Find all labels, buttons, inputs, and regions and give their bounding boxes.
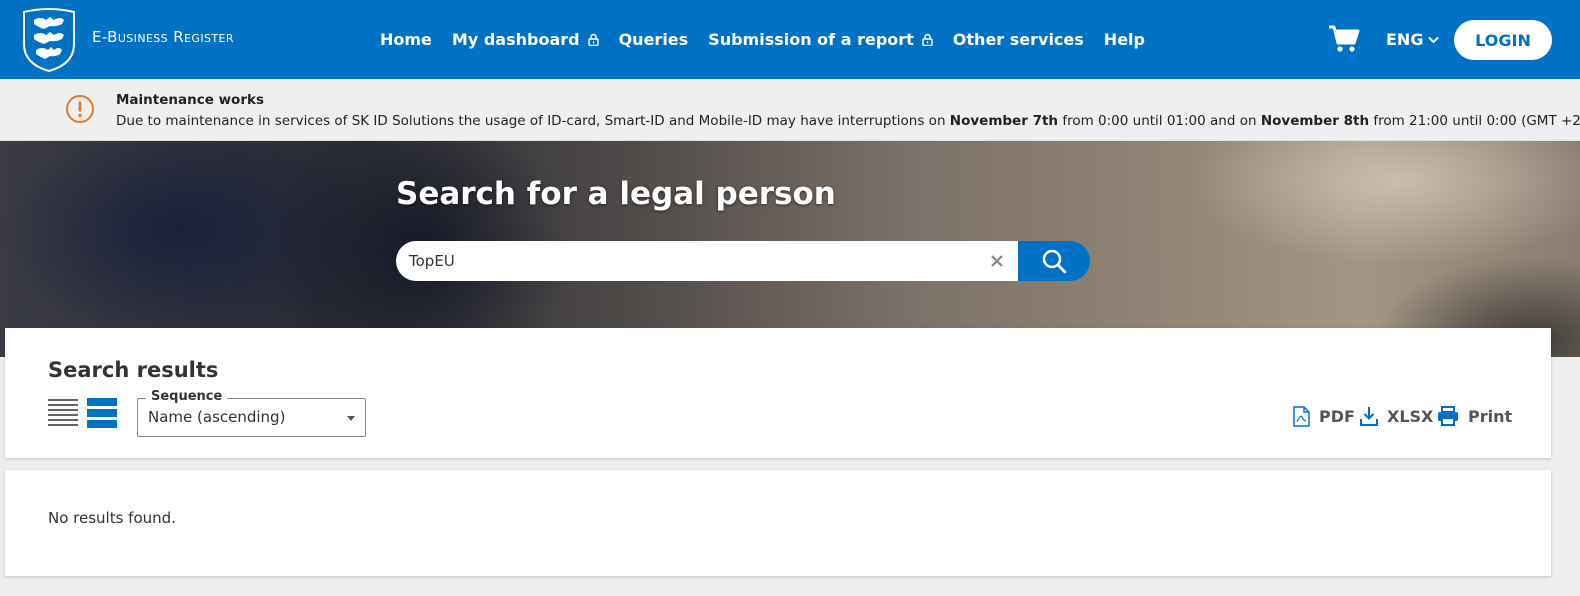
login-button[interactable]: LOGIN <box>1454 20 1552 60</box>
no-results-message: No results found. <box>48 509 176 527</box>
nav-help[interactable]: Help <box>1104 30 1145 49</box>
main-nav: Home My dashboard Queries Submission of … <box>380 0 1165 79</box>
nav-submission-label: Submission of a report <box>708 30 914 49</box>
print-icon <box>1438 406 1458 426</box>
notice-body: Due to maintenance in services of SK ID … <box>116 113 1580 129</box>
results-title: Search results <box>48 358 219 382</box>
notice-title: Maintenance works <box>116 92 264 108</box>
search-button[interactable] <box>1018 241 1090 281</box>
language-selector[interactable]: ENG <box>1386 30 1440 49</box>
nav-help-label: Help <box>1103 30 1145 49</box>
list-view-icon[interactable] <box>48 398 78 428</box>
export-xlsx-label: XLSX <box>1387 406 1434 426</box>
warning-icon <box>66 95 94 123</box>
download-icon <box>1360 407 1378 426</box>
block-view-icon[interactable] <box>87 398 117 428</box>
print-label: Print <box>1468 406 1513 426</box>
search-box <box>396 241 1090 281</box>
nav-home-label: Home <box>380 30 432 49</box>
sequence-value: Name (ascending) <box>148 408 286 426</box>
export-xlsx-button[interactable]: XLSX <box>1360 406 1433 426</box>
nav-other-services[interactable]: Other services <box>953 30 1084 49</box>
caret-down-icon <box>347 416 355 421</box>
nav-my-dashboard[interactable]: My dashboard <box>452 30 599 49</box>
nav-home[interactable]: Home <box>380 30 432 49</box>
export-pdf-label: PDF <box>1319 407 1355 426</box>
crest-logo-icon[interactable] <box>18 6 80 72</box>
notice-date-2: November 8th <box>1260 113 1370 129</box>
site-logo-text[interactable]: E-Business Register <box>92 28 234 46</box>
lock-icon <box>922 33 933 46</box>
page-title: Search for a legal person <box>396 176 836 212</box>
language-label: ENG <box>1386 30 1424 49</box>
top-header: E-Business Register Home My dashboard Qu… <box>0 0 1580 79</box>
cart-icon[interactable] <box>1328 24 1360 54</box>
nav-submission-of-a-report[interactable]: Submission of a report <box>708 30 933 49</box>
notice-date-1: November 7th <box>949 113 1059 129</box>
hero-banner: Search for a legal person <box>0 141 1580 357</box>
results-panel: Search results Sequence Name (ascending) <box>5 328 1551 458</box>
search-input[interactable] <box>396 241 1036 281</box>
clear-icon[interactable] <box>989 253 1005 269</box>
lock-icon <box>587 33 599 46</box>
nav-queries[interactable]: Queries <box>619 30 689 49</box>
chevron-down-icon <box>1428 36 1440 43</box>
export-pdf-button[interactable]: PDF <box>1293 406 1355 427</box>
nav-queries-label: Queries <box>618 30 689 49</box>
nav-my-dashboard-label: My dashboard <box>451 30 580 49</box>
notice-text-2: from 0:00 until 01:00 and on <box>1058 113 1261 129</box>
results-list-panel: No results found. <box>5 470 1551 576</box>
notice-text-3: from 21:00 until 0:00 (GMT +2). <box>1369 113 1580 129</box>
print-button[interactable]: Print <box>1437 406 1512 426</box>
notice-text-1: Due to maintenance in services of SK ID … <box>116 113 950 129</box>
search-icon <box>1042 249 1067 274</box>
sequence-label: Sequence <box>146 389 228 404</box>
maintenance-notice: Maintenance works Due to maintenance in … <box>0 79 1580 141</box>
sequence-select[interactable]: Sequence Name (ascending) <box>137 389 366 437</box>
nav-other-services-label: Other services <box>952 30 1084 49</box>
pdf-icon <box>1293 406 1310 427</box>
